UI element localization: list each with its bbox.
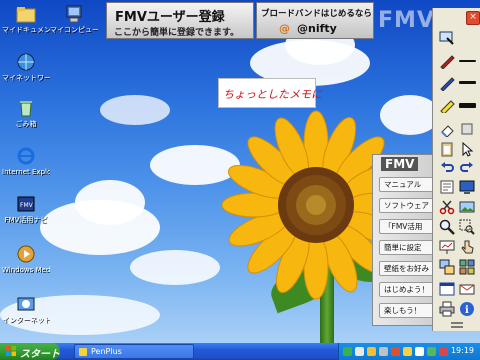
- magnifier-icon[interactable]: [438, 218, 456, 236]
- scissors-icon[interactable]: [438, 198, 456, 216]
- desktop-icon-my-documents[interactable]: マイドキュメント: [2, 4, 50, 34]
- sticky-note[interactable]: ちょっとしたメモに: [218, 78, 322, 108]
- thick-line-icon[interactable]: [459, 103, 476, 108]
- fmv-watermark-logo: FMV: [378, 8, 435, 33]
- tray-display-icon[interactable]: [355, 347, 364, 356]
- internet-setup-icon: [16, 294, 36, 314]
- help-icon[interactable]: i: [458, 300, 476, 318]
- screen-capture-icon[interactable]: [438, 28, 456, 46]
- fmv-menu-item-easy-setup[interactable]: 簡単に設定: [379, 240, 437, 255]
- pointer-hand-icon[interactable]: [458, 238, 476, 256]
- zoom-area-icon[interactable]: [458, 218, 476, 236]
- fmv-menu-item-software[interactable]: ソフトウェア: [379, 198, 437, 213]
- media-player-icon: [16, 244, 36, 264]
- system-tray: 19:19: [338, 343, 480, 360]
- taskbar: スタート PenPlus 19:19: [0, 343, 480, 360]
- tray-pen-icon[interactable]: [367, 347, 376, 356]
- tray-network-icon[interactable]: [343, 347, 352, 356]
- rectangle-select-icon[interactable]: [458, 120, 476, 138]
- fmv-registration-banner[interactable]: FMVユーザー登録 ここから簡単に登録できます。: [106, 2, 254, 39]
- undo-icon[interactable]: [438, 158, 456, 176]
- redo-icon[interactable]: [458, 158, 476, 176]
- fmv-navi-icon: FMV: [16, 194, 36, 214]
- desktop-icon-media-player[interactable]: Windows Media Player: [2, 244, 50, 274]
- penplus-app-icon: [79, 348, 87, 356]
- clock[interactable]: 19:19: [451, 346, 474, 355]
- fmv-side-menu: FMV マニュアル ソフトウェア 「FMV活用 簡単に設定 壁紙をお好み はじめ…: [372, 154, 437, 326]
- tray-update-icon[interactable]: [427, 347, 436, 356]
- note-icon[interactable]: [438, 178, 456, 196]
- tile-windows-icon[interactable]: [458, 258, 476, 276]
- fmv-menu-item-getting-started[interactable]: はじめよう！: [379, 282, 437, 297]
- pen-red-icon[interactable]: [438, 52, 456, 70]
- arrow-pointer-icon[interactable]: [458, 140, 476, 158]
- tray-device-icon[interactable]: [379, 347, 388, 356]
- nifty-logo: @: [279, 22, 290, 35]
- tray-antivirus-icon[interactable]: [439, 347, 448, 356]
- toolbar-options-icon[interactable]: [448, 320, 466, 330]
- fmv-menu-item-manual[interactable]: マニュアル: [379, 177, 437, 192]
- eraser-icon[interactable]: [438, 120, 456, 138]
- desktop-icon-recycle-bin[interactable]: ごみ箱: [2, 98, 50, 128]
- computer-icon: [64, 4, 84, 24]
- medium-line-icon[interactable]: [459, 81, 476, 84]
- window-icon[interactable]: [438, 280, 456, 298]
- highlighter-icon[interactable]: [438, 96, 456, 114]
- fmv-menu-item-enjoy[interactable]: 楽しもう！: [379, 303, 437, 318]
- pen-toolbar: × i: [432, 8, 480, 331]
- tray-warning-icon[interactable]: [403, 347, 412, 356]
- tray-volume-icon[interactable]: [415, 347, 424, 356]
- internet-explorer-icon: [16, 146, 36, 166]
- printer-icon[interactable]: [438, 300, 456, 318]
- svg-text:FMV: FMV: [20, 202, 34, 209]
- taskbar-button-penplus[interactable]: PenPlus: [74, 344, 194, 359]
- start-button[interactable]: スタート: [0, 343, 60, 360]
- picture-icon[interactable]: [458, 198, 476, 216]
- desktop-icon-my-network[interactable]: マイネットワーク: [2, 52, 50, 82]
- clipboard-icon[interactable]: [438, 140, 456, 158]
- folder-icon: [16, 4, 36, 24]
- nifty-broadband-banner[interactable]: ブロードバンドはじめるなら @ @nifty: [256, 2, 374, 39]
- pen-blue-icon[interactable]: [438, 74, 456, 92]
- fmv-menu-item-fmv-navi[interactable]: 「FMV活用: [379, 219, 437, 234]
- desktop-icon-internet-explorer[interactable]: Internet Explorer: [2, 146, 50, 176]
- window-switch-icon[interactable]: [438, 258, 456, 276]
- close-icon[interactable]: ×: [466, 11, 480, 25]
- desktop-icon-my-computer[interactable]: マイコンピュータ: [50, 4, 98, 34]
- desktop-icon-internet-setup[interactable]: インターネット初期設定: [2, 294, 50, 324]
- windows-logo-icon: [6, 346, 16, 356]
- svg-text:i: i: [465, 305, 469, 316]
- fmv-menu-header: FMV: [381, 157, 419, 171]
- monitor-icon[interactable]: [458, 178, 476, 196]
- tray-security-icon[interactable]: [391, 347, 400, 356]
- presentation-icon[interactable]: [438, 238, 456, 256]
- network-icon: [16, 52, 36, 72]
- sticky-note-text: ちょっとしたメモに: [223, 88, 322, 101]
- thin-line-icon[interactable]: [459, 60, 476, 62]
- mail-icon[interactable]: [458, 280, 476, 298]
- recycle-bin-icon: [16, 98, 36, 118]
- desktop-icon-fmv-navi[interactable]: FMV FMV活用ナビ: [2, 194, 50, 224]
- fmv-menu-item-wallpaper[interactable]: 壁紙をお好み: [379, 261, 437, 276]
